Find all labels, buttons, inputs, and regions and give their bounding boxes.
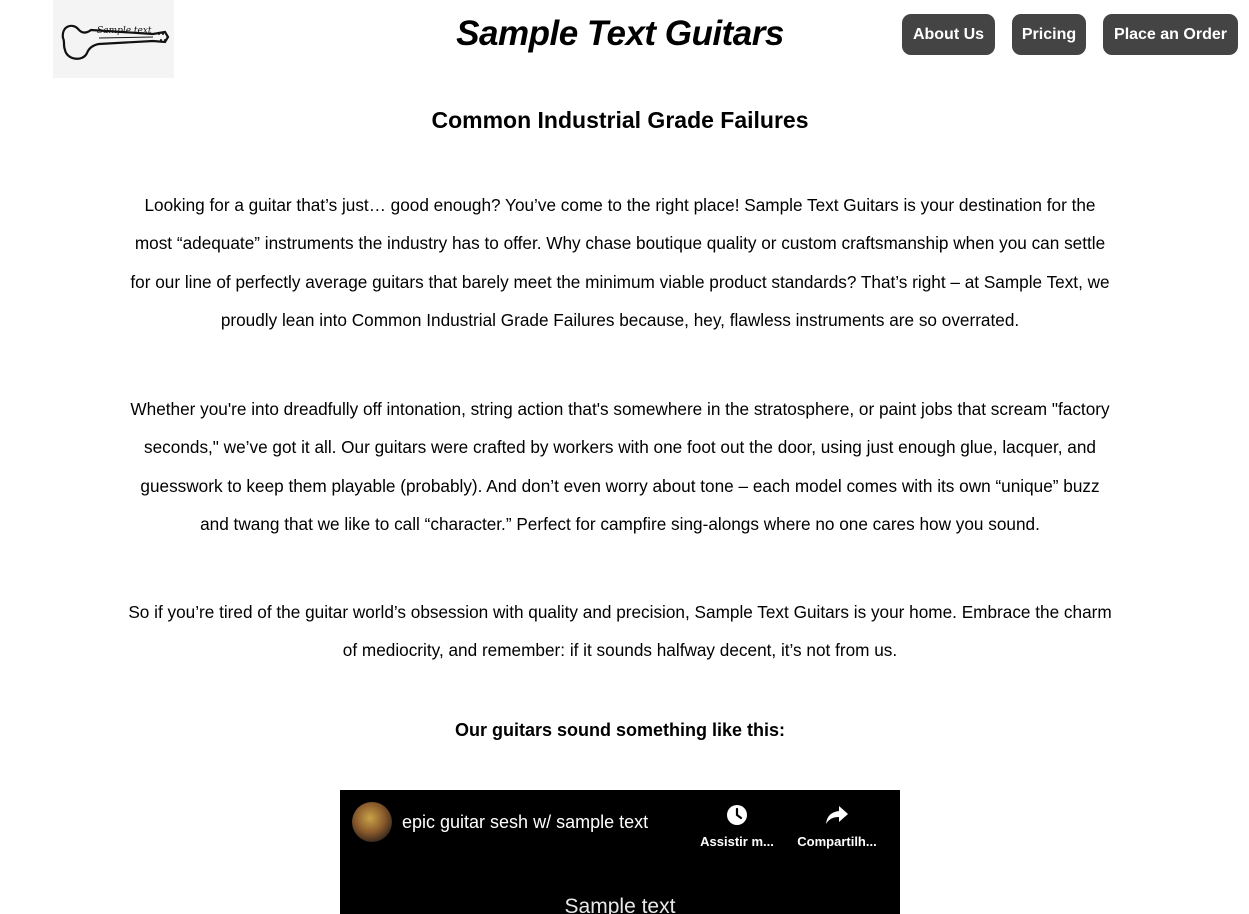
- share-label: Compartilh...: [797, 834, 877, 849]
- place-order-button[interactable]: Place an Order: [1103, 14, 1238, 55]
- about-us-button[interactable]: About Us: [902, 14, 995, 55]
- video-title[interactable]: epic guitar sesh w/ sample text: [402, 812, 648, 833]
- features-paragraph: Whether you're into dreadfully off inton…: [130, 399, 1110, 535]
- share-arrow-icon: [792, 802, 882, 828]
- share-button[interactable]: Compartilh...: [792, 802, 882, 849]
- page: Sample text Sample Text Guitars About Us…: [0, 0, 1249, 914]
- pricing-button[interactable]: Pricing: [1012, 14, 1086, 55]
- video-subheading: Our guitars sound something like this:: [454, 720, 786, 740]
- watch-later-button[interactable]: Assistir m...: [692, 802, 782, 849]
- youtube-embed[interactable]: epic guitar sesh w/ sample text Assistir…: [340, 790, 900, 914]
- video-caption: Sample text: [564, 895, 676, 914]
- watch-later-label: Assistir m...: [700, 834, 774, 849]
- channel-avatar[interactable]: [352, 802, 392, 842]
- clock-icon: [692, 802, 782, 828]
- page-heading: Common Industrial Grade Failures: [431, 107, 809, 133]
- intro-paragraph: Looking for a guitar that’s just… good e…: [130, 195, 1110, 331]
- closing-paragraph: So if you’re tired of the guitar world’s…: [128, 602, 1112, 661]
